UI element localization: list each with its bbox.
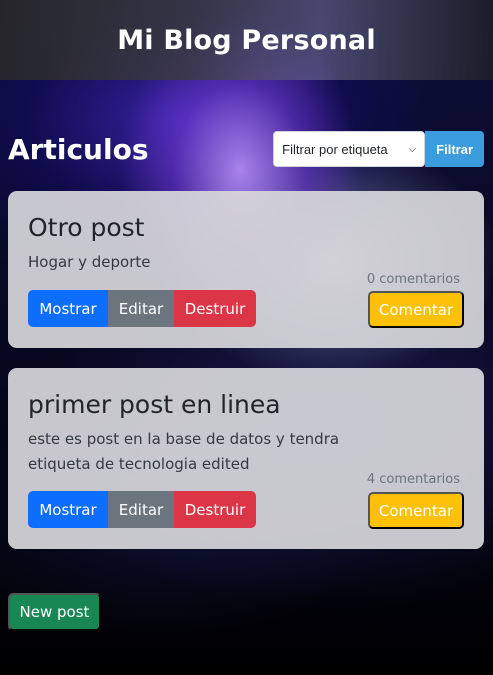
comment-button[interactable]: Comentar — [368, 291, 464, 328]
articles-toolbar: Articulos Filtrar por etiqueta ⌵ Filtrar — [8, 129, 484, 169]
comment-button[interactable]: Comentar — [368, 492, 464, 529]
destroy-button[interactable]: Destruir — [174, 491, 256, 528]
edit-button[interactable]: Editar — [108, 290, 174, 327]
post-card: Otro post Hogar y deporte 0 comentarios … — [8, 191, 484, 348]
post-title: primer post en linea — [28, 390, 281, 419]
show-button[interactable]: Mostrar — [28, 290, 108, 327]
site-header: Mi Blog Personal — [0, 0, 493, 80]
post-description: Hogar y deporte — [28, 253, 151, 271]
destroy-button[interactable]: Destruir — [174, 290, 256, 327]
tag-filter-select[interactable]: Filtrar por etiqueta ⌵ — [273, 131, 426, 167]
filter-button[interactable]: Filtrar — [425, 131, 484, 167]
tag-filter-selected: Filtrar por etiqueta — [282, 141, 388, 157]
site-title: Mi Blog Personal — [117, 24, 376, 56]
comment-count: 4 comentarios — [366, 472, 460, 487]
edit-button[interactable]: Editar — [108, 491, 174, 528]
post-title: Otro post — [28, 213, 145, 242]
new-post-button[interactable]: New post — [8, 593, 101, 631]
page-title: Articulos — [8, 132, 149, 166]
post-description: este es post en la base de datos y tendr… — [28, 430, 340, 473]
post-actions: Mostrar Editar Destruir — [28, 290, 256, 327]
post-actions: Mostrar Editar Destruir — [28, 491, 256, 528]
show-button[interactable]: Mostrar — [28, 491, 108, 528]
chevron-down-icon: ⌵ — [408, 143, 417, 155]
post-card: primer post en linea este es post en la … — [8, 368, 484, 549]
comment-count: 0 comentarios — [366, 272, 460, 287]
